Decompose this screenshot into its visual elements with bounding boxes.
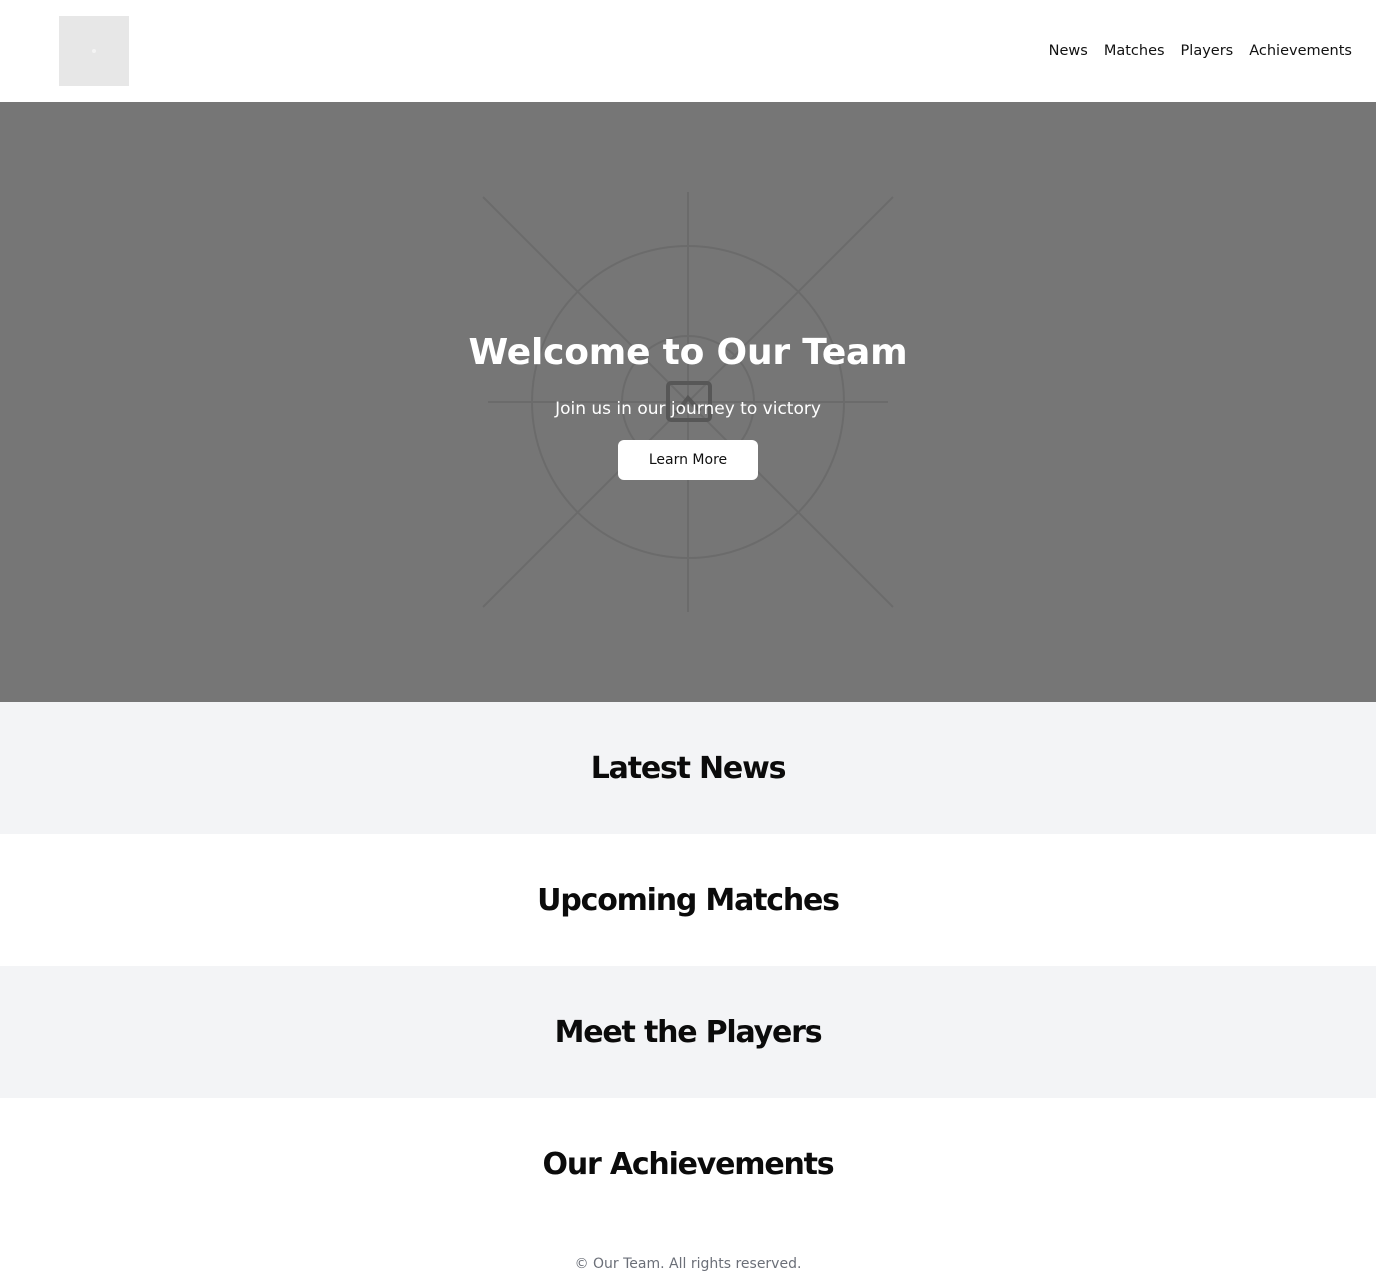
site-footer: © Our Team. All rights reserved. — [0, 1230, 1376, 1282]
logo-image-icon — [92, 49, 96, 53]
logo-placeholder[interactable] — [59, 16, 129, 86]
nav-link-matches[interactable]: Matches — [1104, 43, 1165, 59]
matches-heading: Upcoming Matches — [537, 882, 840, 918]
learn-more-button[interactable]: Learn More — [618, 440, 758, 480]
hero-banner: Welcome to Our Team Join us in our journ… — [0, 102, 1376, 702]
nav-link-news[interactable]: News — [1049, 43, 1088, 59]
news-heading: Latest News — [590, 750, 787, 786]
matches-section: Upcoming Matches — [0, 834, 1376, 966]
hero-title: Welcome to Our Team — [468, 332, 908, 373]
site-header: News Matches Players Achievements — [0, 0, 1376, 102]
nav-link-players[interactable]: Players — [1181, 43, 1234, 59]
main-nav: News Matches Players Achievements — [1049, 0, 1352, 102]
news-section: Latest News — [0, 702, 1376, 834]
achievements-heading: Our Achievements — [542, 1146, 835, 1182]
hero-subtitle: Join us in our journey to victory — [555, 399, 821, 419]
copyright-text: © Our Team. All rights reserved. — [574, 1256, 802, 1272]
hero-content: Welcome to Our Team Join us in our journ… — [0, 330, 1376, 480]
achievements-section: Our Achievements — [0, 1098, 1376, 1230]
nav-link-achievements[interactable]: Achievements — [1249, 43, 1352, 59]
players-heading: Meet the Players — [554, 1014, 823, 1050]
players-section: Meet the Players — [0, 966, 1376, 1098]
